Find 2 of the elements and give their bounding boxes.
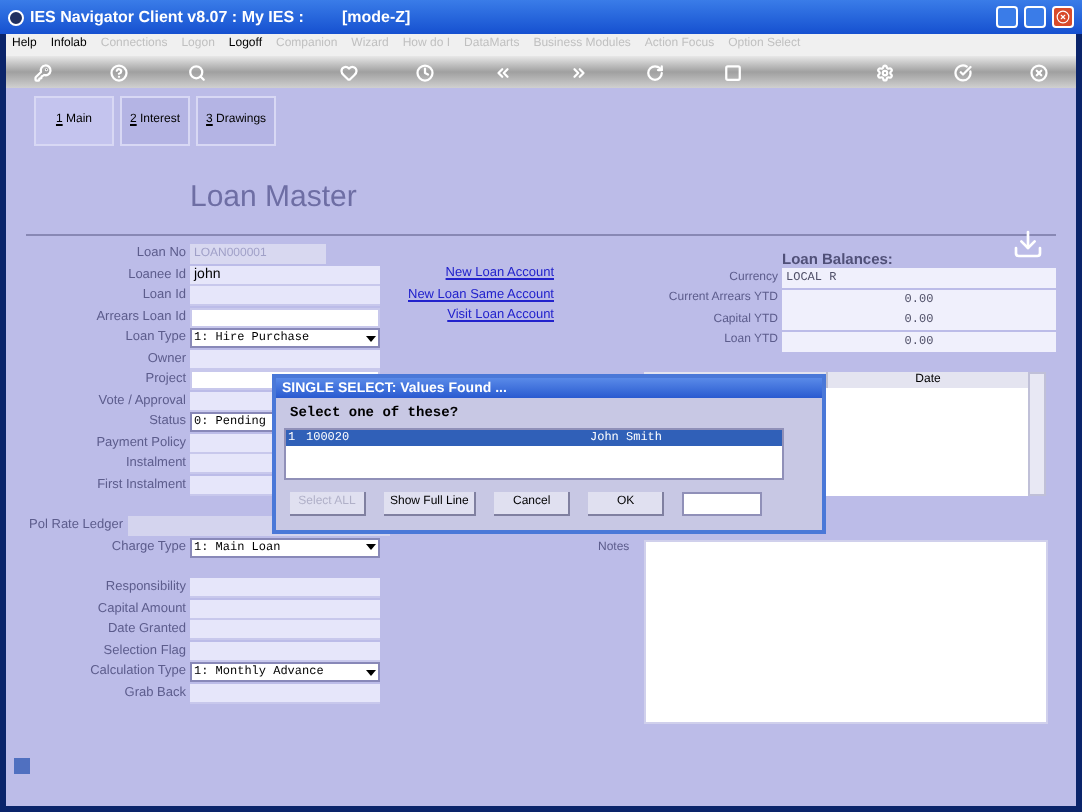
window-title: IES Navigator Client v8.07 : My IES : [30, 5, 304, 29]
mode-label: [mode-Z] [341, 5, 411, 29]
